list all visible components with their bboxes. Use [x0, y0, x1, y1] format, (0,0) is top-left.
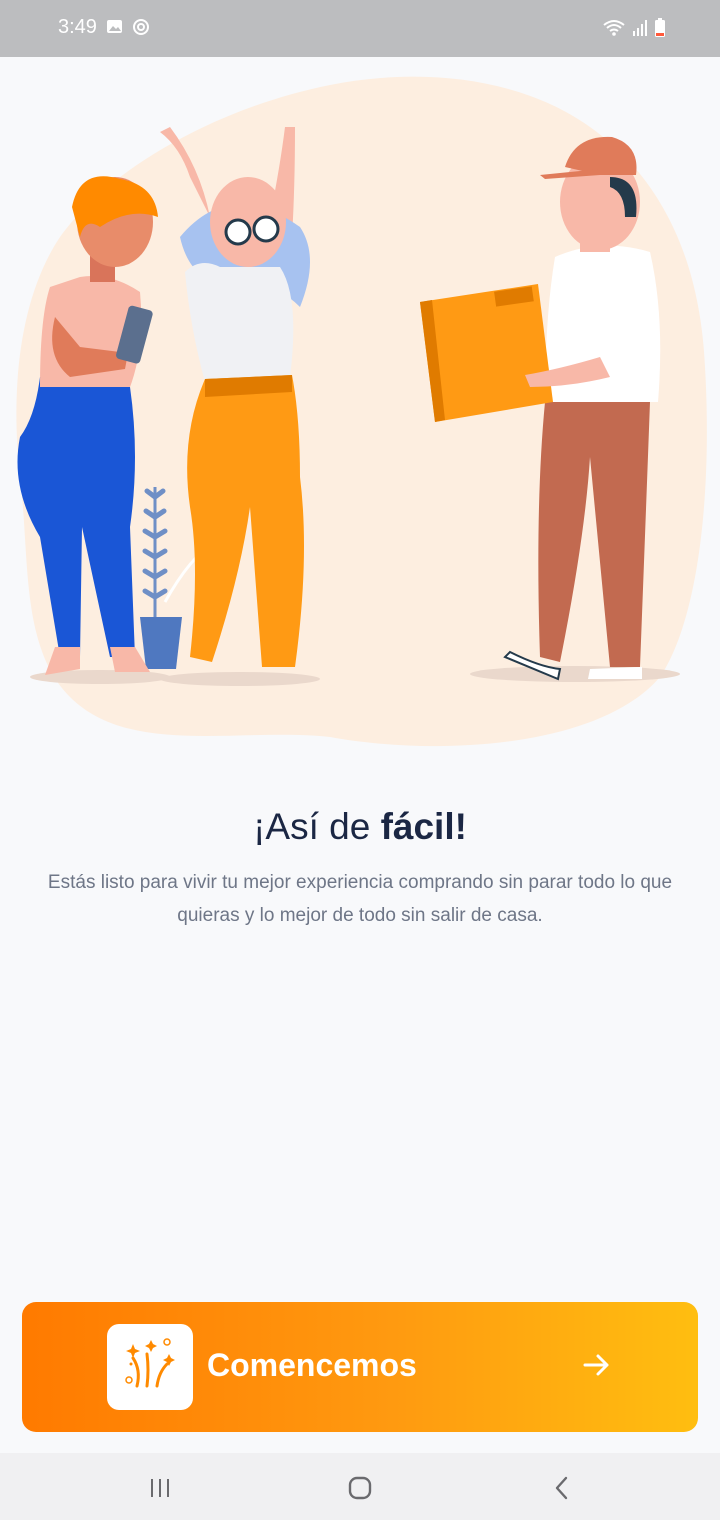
- battery-icon: [655, 18, 665, 37]
- title-prefix: ¡Así de: [253, 806, 381, 847]
- arrow-right-icon: [583, 1354, 609, 1376]
- sync-icon: [133, 19, 149, 35]
- recents-icon: [151, 1479, 169, 1497]
- recents-button[interactable]: [140, 1473, 180, 1503]
- fireworks-icon: [125, 1338, 175, 1388]
- start-button-label: Comencemos: [207, 1347, 417, 1383]
- page-title: ¡Así de fácil!: [0, 806, 720, 848]
- back-icon: [555, 1476, 568, 1500]
- wifi-icon: [603, 20, 625, 36]
- status-time: 3:49: [58, 16, 97, 38]
- home-button[interactable]: [340, 1473, 380, 1503]
- page-description: Estás listo para vivir tu mejor experien…: [47, 872, 673, 926]
- back-button[interactable]: [542, 1473, 582, 1503]
- start-button[interactable]: Comencemos: [22, 1302, 698, 1432]
- package-box: [420, 284, 553, 422]
- system-navigation-bar: [0, 1453, 720, 1520]
- title-emphasis: fácil!: [380, 806, 467, 847]
- status-bar: 3:49: [0, 0, 720, 57]
- cta-icon-container: [107, 1324, 193, 1410]
- signal-icon: [633, 20, 647, 36]
- home-icon: [348, 1476, 372, 1500]
- gallery-icon: [107, 20, 122, 33]
- onboarding-illustration: [16, 76, 707, 747]
